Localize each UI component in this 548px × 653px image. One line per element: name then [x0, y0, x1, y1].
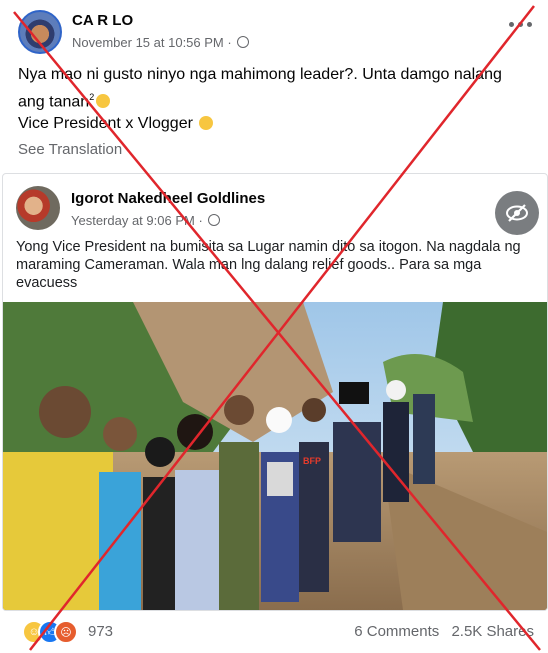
shares-count[interactable]: 2.5K Shares: [451, 623, 534, 640]
post-footer: ☺ 👍︎ ☹ 973 6 Comments 2.5K Shares: [0, 612, 548, 652]
post-text: Nya mao ni gusto ninyo nga mahimong lead…: [18, 64, 533, 135]
shared-post-text: Yong Vice President na bumisita sa Lugar…: [16, 239, 521, 291]
post-timestamp[interactable]: November 15 at 10:56 PM: [72, 35, 224, 50]
globe-icon: [237, 36, 250, 48]
globe-icon: [208, 214, 221, 226]
post-text-line: Vice President x Vlogger: [18, 113, 533, 135]
grin-emoji-icon: [96, 94, 111, 109]
post-text-line: Nya mao ni gusto ninyo nga mahimong lead…: [18, 66, 502, 83]
shared-author-name[interactable]: Igorot Nakedheel Goldlines: [71, 190, 265, 207]
shared-post-photo[interactable]: BFP: [3, 302, 547, 610]
reaction-count[interactable]: 973: [88, 623, 113, 640]
grin-emoji-icon: [199, 116, 214, 131]
shared-post-timestamp[interactable]: Yesterday at 9:06 PM: [71, 213, 195, 228]
vest-text: BFP: [303, 456, 321, 466]
see-translation-link[interactable]: See Translation: [18, 141, 122, 158]
post-text-line: ang tanan2: [18, 86, 533, 113]
meta-separator: ·: [227, 35, 232, 50]
eye-slash-icon[interactable]: [495, 191, 539, 235]
author-avatar[interactable]: [18, 10, 62, 54]
shared-author-avatar[interactable]: [16, 186, 60, 230]
facebook-post: CA R LO November 15 at 10:56 PM · Nya ma…: [0, 0, 548, 653]
post-meta: November 15 at 10:56 PM ·: [72, 35, 250, 50]
author-name[interactable]: CA R LO: [72, 12, 133, 29]
comments-count[interactable]: 6 Comments: [354, 623, 439, 640]
meta-separator: ·: [198, 213, 203, 228]
post-stats: 6 Comments 2.5K Shares: [354, 623, 534, 640]
shared-post-meta: Yesterday at 9:06 PM ·: [71, 213, 221, 228]
more-options-icon[interactable]: [509, 22, 532, 27]
angry-reaction-icon: ☹: [54, 620, 78, 644]
shared-post[interactable]: Igorot Nakedheel Goldlines Yesterday at …: [2, 173, 548, 611]
